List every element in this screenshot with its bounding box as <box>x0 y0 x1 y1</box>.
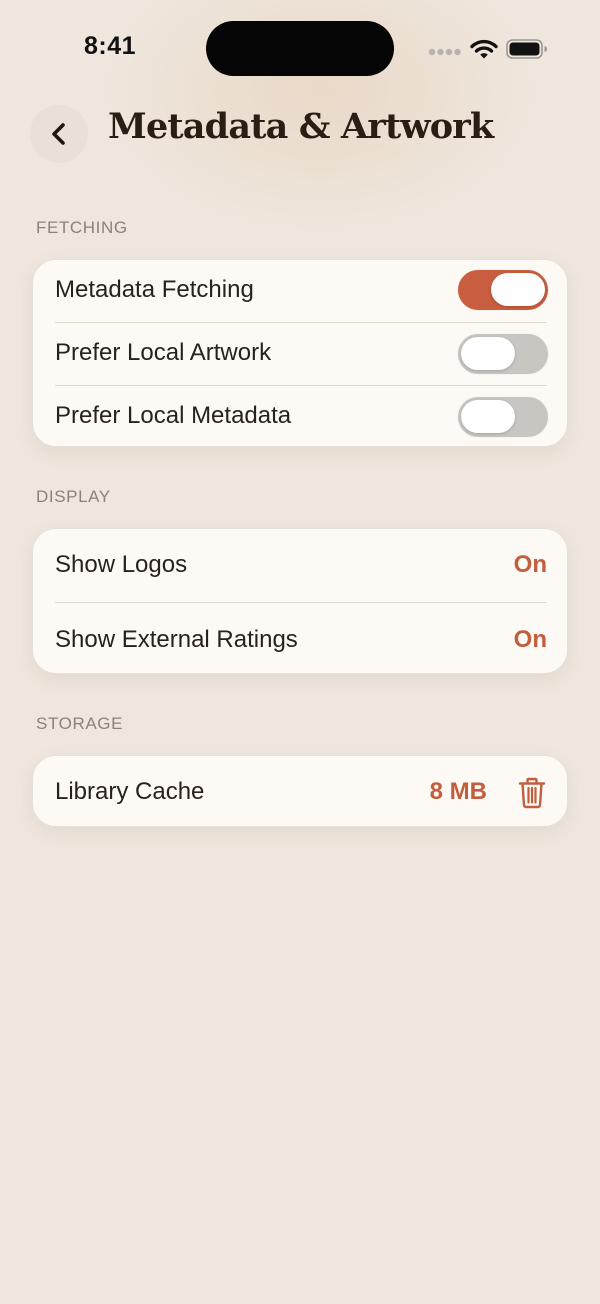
metadata-fetching-toggle[interactable] <box>457 269 549 311</box>
display-card: Show Logos On Show External Ratings On <box>32 528 568 674</box>
back-button[interactable] <box>30 105 88 163</box>
row-prefer-local-artwork: Prefer Local Artwork <box>33 323 569 385</box>
signal-dots-icon <box>428 48 461 56</box>
toggle-knob <box>461 400 515 433</box>
prefer-local-artwork-toggle[interactable] <box>457 333 549 375</box>
row-label: Prefer Local Metadata <box>55 402 292 429</box>
toggle-knob <box>461 337 515 370</box>
header: Metadata & Artwork <box>0 100 600 170</box>
storage-card: Library Cache 8 MB <box>32 755 568 827</box>
trash-icon <box>518 777 546 809</box>
row-metadata-fetching: Metadata Fetching <box>33 260 569 322</box>
row-show-logos[interactable]: Show Logos On <box>33 529 569 601</box>
toggle-knob <box>491 273 545 306</box>
show-logos-value: On <box>513 551 547 578</box>
row-prefer-local-metadata: Prefer Local Metadata <box>33 386 569 448</box>
fetching-card: Metadata Fetching Prefer Local Artwork P… <box>32 259 568 447</box>
show-external-ratings-value: On <box>513 626 547 653</box>
row-label: Show Logos <box>55 551 188 578</box>
row-label: Prefer Local Artwork <box>55 339 272 366</box>
row-label: Show External Ratings <box>55 626 298 653</box>
status-icons <box>428 36 550 62</box>
row-label: Library Cache <box>55 778 205 805</box>
status-bar: 8:41 <box>0 0 600 96</box>
row-label: Metadata Fetching <box>55 276 254 303</box>
section-label-fetching: FETCHING <box>36 218 128 237</box>
dynamic-island <box>206 21 394 76</box>
row-library-cache: Library Cache 8 MB <box>33 756 569 828</box>
row-show-external-ratings[interactable]: Show External Ratings On <box>33 603 569 675</box>
battery-icon <box>506 39 547 59</box>
section-label-display: DISPLAY <box>36 487 111 506</box>
prefer-local-metadata-toggle[interactable] <box>457 396 549 438</box>
status-time: 8:41 <box>84 32 137 60</box>
clear-cache-button[interactable] <box>517 777 547 809</box>
wifi-icon <box>470 39 498 59</box>
library-cache-size: 8 MB <box>429 778 487 805</box>
section-label-storage: STORAGE <box>36 714 124 733</box>
chevron-left-icon <box>52 123 65 145</box>
page-title: Metadata & Artwork <box>108 106 494 147</box>
